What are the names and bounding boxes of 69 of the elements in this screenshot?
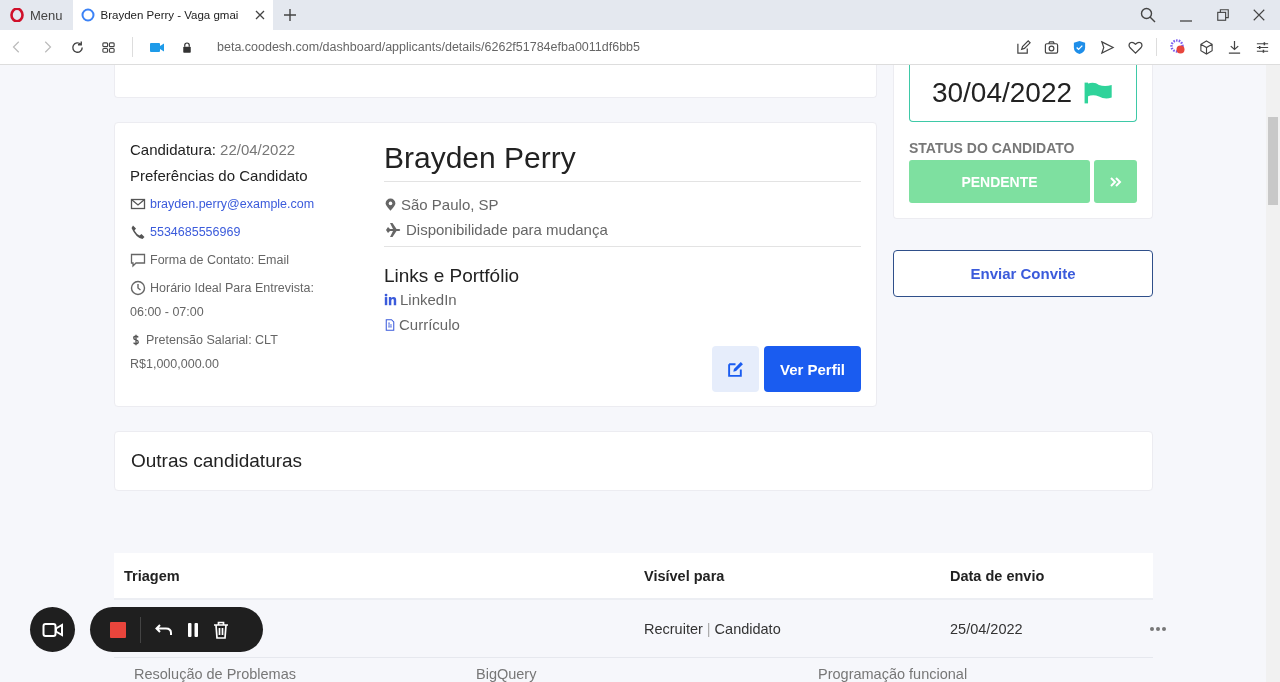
edit-icon xyxy=(726,360,744,378)
scrollbar[interactable] xyxy=(1266,65,1280,682)
lock-icon xyxy=(181,40,193,54)
dollar-icon xyxy=(130,332,142,348)
browser-tab[interactable]: Brayden Perry - Vaga gmai xyxy=(72,0,273,30)
heart-icon[interactable] xyxy=(1128,39,1143,55)
candidate-name: Brayden Perry xyxy=(384,141,861,182)
address-field[interactable]: beta.coodesh.com/dashboard/applicants/details/6262f51784efba0011df6bb5 xyxy=(217,40,641,54)
double-chevron-icon xyxy=(1108,175,1123,188)
contact-detail: Pretensão Salarial: CLT xyxy=(146,333,278,347)
grid-icon[interactable] xyxy=(101,39,116,55)
relocation-text: Disponibilidade para mudança xyxy=(406,221,608,238)
edit-button[interactable] xyxy=(711,346,759,392)
column-header: Triagem xyxy=(123,567,181,584)
close-icon[interactable] xyxy=(1252,8,1266,22)
envelope-icon xyxy=(130,196,146,212)
view-profile-button[interactable]: Ver Perfil xyxy=(763,346,861,392)
section-title: Links e Portfólio xyxy=(384,265,521,287)
cube-icon[interactable] xyxy=(1199,39,1214,55)
contact-detail: Forma de Contato: Email xyxy=(150,253,289,267)
phone-icon xyxy=(130,224,146,240)
phone-link[interactable]: 5534685556969 xyxy=(150,225,241,239)
shield-icon[interactable] xyxy=(1072,39,1087,55)
send-invite-button[interactable]: Enviar Convite xyxy=(893,250,1153,297)
airplane-icon xyxy=(384,221,402,238)
contact-detail: Horário Ideal Para Entrevista: xyxy=(150,281,314,295)
search-icon[interactable] xyxy=(1140,7,1156,23)
skill-tag: BigQuery xyxy=(476,666,818,682)
plus-icon[interactable] xyxy=(282,8,297,22)
camera-button[interactable] xyxy=(30,607,75,652)
chat-icon xyxy=(130,252,146,268)
video-camera-icon xyxy=(41,621,64,638)
sliders-icon[interactable] xyxy=(1255,39,1270,55)
section-title: Outras candidaturas xyxy=(131,450,303,472)
table-cell-text: Recruiter | Candidato xyxy=(643,620,782,637)
stop-button[interactable] xyxy=(110,621,126,638)
delete-button[interactable] xyxy=(213,620,229,639)
send-icon[interactable] xyxy=(1100,39,1115,55)
map-pin-icon xyxy=(384,196,397,213)
profile-link[interactable]: LinkedIn xyxy=(400,291,457,308)
reload-icon[interactable] xyxy=(70,39,85,55)
document-icon xyxy=(384,317,396,332)
download-icon[interactable] xyxy=(1227,39,1242,55)
camera-icon[interactable] xyxy=(1044,39,1059,55)
edit-icon[interactable] xyxy=(1016,39,1031,55)
linkedin-icon xyxy=(384,293,397,306)
email-link[interactable]: brayden.perry@example.com xyxy=(150,197,315,211)
table-cell-text: 25/04/2022 xyxy=(949,620,1024,637)
column-header: Visível para xyxy=(643,567,726,584)
location-text: São Paulo, SP xyxy=(401,196,499,213)
contact-detail: 06:00 - 07:00 xyxy=(130,305,205,319)
application-date: Candidatura: 22/04/2022 xyxy=(130,141,297,158)
opera-logo xyxy=(10,8,24,22)
restore-icon[interactable] xyxy=(1216,8,1230,22)
column-header: Data de envio xyxy=(949,567,1046,584)
pause-button[interactable] xyxy=(187,621,199,638)
contact-detail: R$1,000,000.00 xyxy=(130,357,220,371)
status-label: STATUS DO CANDIDATO xyxy=(909,140,1076,156)
deadline-date: 30/04/2022 xyxy=(931,77,1073,109)
skill-tag: Resolução de Problemas xyxy=(134,666,476,682)
skill-tag: Programação funcional xyxy=(818,666,968,682)
close-icon[interactable] xyxy=(254,10,265,20)
flag-icon xyxy=(1084,80,1115,106)
burst-icon[interactable] xyxy=(1170,39,1186,55)
undo-button[interactable] xyxy=(155,622,173,637)
profile-link[interactable]: Currículo xyxy=(399,316,460,333)
clock-icon xyxy=(130,280,146,296)
favicon-icon xyxy=(80,8,95,22)
section-title: Preferências do Candidato xyxy=(130,167,309,184)
